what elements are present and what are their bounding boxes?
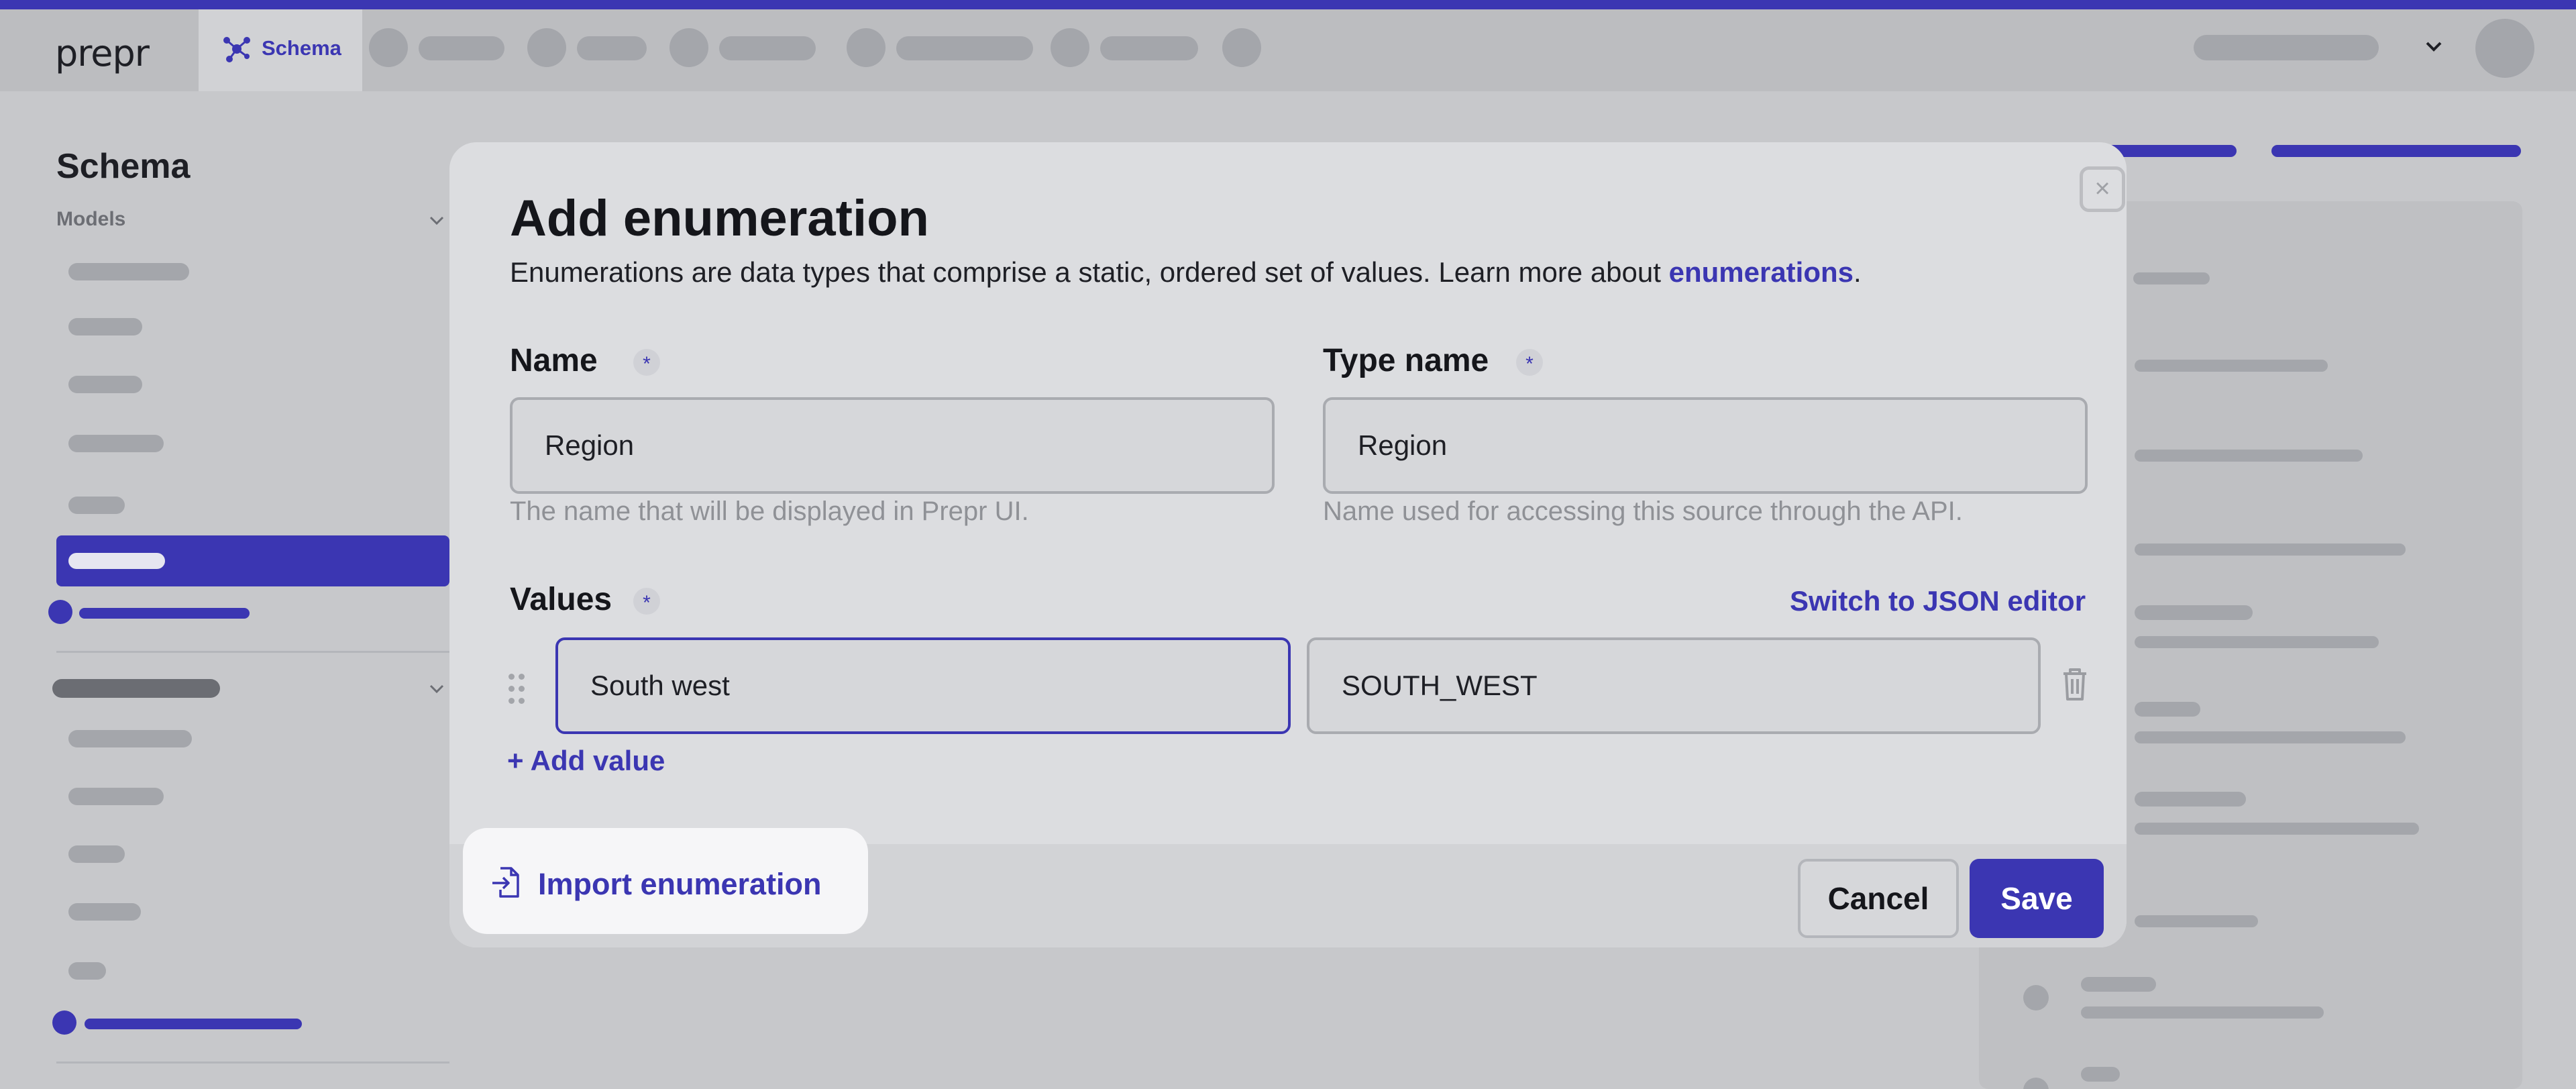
nav-placeholder-icon bbox=[1222, 28, 1261, 67]
name-label: Name bbox=[510, 343, 598, 378]
nav-placeholder-label bbox=[896, 36, 1033, 60]
sidebar-status-dot bbox=[48, 600, 72, 624]
sidebar-section-models[interactable]: Models bbox=[56, 208, 125, 231]
avatar[interactable] bbox=[2475, 19, 2534, 78]
trash-icon[interactable] bbox=[2059, 666, 2090, 703]
schema-icon bbox=[223, 37, 250, 62]
header-action-placeholder[interactable] bbox=[2271, 145, 2521, 157]
panel-placeholder bbox=[2081, 1006, 2324, 1019]
sidebar-item-placeholder[interactable] bbox=[68, 435, 164, 452]
chevron-down-icon[interactable] bbox=[427, 211, 447, 231]
sidebar-divider bbox=[56, 1061, 449, 1064]
panel-placeholder bbox=[2135, 360, 2328, 372]
required-indicator: * bbox=[633, 349, 660, 376]
panel-placeholder bbox=[2081, 1067, 2120, 1082]
panel-placeholder bbox=[2135, 731, 2406, 743]
sidebar: Schema Models bbox=[0, 91, 449, 1089]
drag-handle-icon[interactable] bbox=[507, 672, 527, 706]
dialog-description-end: . bbox=[1854, 256, 1862, 288]
nav-placeholder-icon bbox=[527, 28, 566, 67]
chevron-down-icon[interactable] bbox=[2422, 35, 2446, 59]
sidebar-item-placeholder[interactable] bbox=[68, 788, 164, 805]
panel-placeholder bbox=[2135, 636, 2379, 648]
type-name-label: Type name bbox=[1323, 343, 1489, 378]
sidebar-item-placeholder[interactable] bbox=[68, 318, 142, 335]
nav-placeholder-label bbox=[719, 36, 816, 60]
import-enumeration-button[interactable]: Import enumeration bbox=[463, 828, 868, 934]
switch-to-json-editor-link[interactable]: Switch to JSON editor bbox=[1790, 585, 2086, 617]
sidebar-item-placeholder[interactable] bbox=[79, 608, 250, 619]
dialog-description: Enumerations are data types that compris… bbox=[510, 256, 1862, 289]
nav-placeholder-label bbox=[419, 36, 504, 60]
panel-placeholder bbox=[2133, 272, 2210, 284]
sidebar-item-placeholder[interactable] bbox=[68, 730, 192, 747]
top-navigation-bar: prepr Schema bbox=[0, 9, 2576, 91]
panel-placeholder bbox=[2135, 450, 2363, 462]
sidebar-section-placeholder[interactable] bbox=[52, 679, 220, 698]
panel-placeholder bbox=[2135, 543, 2406, 556]
nav-placeholder-icon bbox=[669, 28, 708, 67]
required-indicator: * bbox=[633, 588, 660, 615]
dialog-description-text: Enumerations are data types that compris… bbox=[510, 256, 1669, 288]
type-name-input[interactable]: Region bbox=[1323, 397, 2088, 494]
account-placeholder bbox=[2194, 35, 2379, 60]
nav-placeholder-icon bbox=[847, 28, 885, 67]
panel-placeholder bbox=[2135, 792, 2246, 807]
panel-placeholder bbox=[2081, 977, 2156, 992]
cancel-button[interactable]: Cancel bbox=[1798, 859, 1959, 938]
chevron-down-icon[interactable] bbox=[427, 679, 447, 699]
values-label: Values bbox=[510, 582, 612, 617]
nav-placeholder-icon bbox=[1051, 28, 1089, 67]
file-import-icon bbox=[492, 867, 519, 898]
nav-placeholder-label bbox=[577, 36, 647, 60]
import-enumeration-label: Import enumeration bbox=[538, 867, 822, 901]
sidebar-item-active-label bbox=[68, 553, 165, 569]
dialog-title: Add enumeration bbox=[510, 190, 929, 247]
required-indicator: * bbox=[1516, 349, 1543, 376]
sidebar-status-dot bbox=[52, 1010, 76, 1035]
enumerations-link[interactable]: enumerations bbox=[1669, 256, 1854, 288]
add-enumeration-dialog: × Add enumeration Enumerations are data … bbox=[449, 142, 2127, 947]
header-action-placeholder[interactable] bbox=[2106, 145, 2237, 157]
panel-placeholder bbox=[2135, 823, 2419, 835]
panel-placeholder-icon bbox=[2023, 985, 2049, 1010]
name-hint: The name that will be displayed in Prepr… bbox=[510, 497, 1029, 526]
name-input[interactable]: Region bbox=[510, 397, 1275, 494]
panel-placeholder-icon bbox=[2023, 1078, 2049, 1089]
tab-schema-label: Schema bbox=[262, 36, 341, 60]
value-key-input[interactable]: SOUTH_WEST bbox=[1307, 637, 2041, 734]
sidebar-item-placeholder[interactable] bbox=[85, 1019, 302, 1029]
panel-placeholder bbox=[2135, 605, 2253, 620]
sidebar-item-active[interactable] bbox=[56, 535, 449, 586]
panel-placeholder bbox=[2135, 702, 2200, 717]
sidebar-item-placeholder[interactable] bbox=[68, 497, 125, 514]
sidebar-item-placeholder[interactable] bbox=[68, 263, 189, 280]
nav-placeholder-icon bbox=[369, 28, 408, 67]
add-value-button[interactable]: + Add value bbox=[507, 745, 665, 777]
tab-schema[interactable]: Schema bbox=[199, 9, 362, 91]
prepr-logo[interactable]: prepr bbox=[55, 32, 150, 74]
sidebar-divider bbox=[56, 651, 449, 653]
sidebar-item-placeholder[interactable] bbox=[68, 376, 142, 393]
sidebar-item-placeholder[interactable] bbox=[68, 845, 125, 863]
close-icon[interactable]: × bbox=[2080, 166, 2125, 212]
sidebar-item-placeholder[interactable] bbox=[68, 903, 141, 921]
top-accent-stripe bbox=[0, 0, 2576, 9]
type-name-hint: Name used for accessing this source thro… bbox=[1323, 497, 1963, 526]
value-label-input[interactable]: South west bbox=[555, 637, 1291, 734]
save-button[interactable]: Save bbox=[1970, 859, 2104, 938]
sidebar-item-placeholder[interactable] bbox=[68, 962, 106, 980]
nav-placeholder-label bbox=[1100, 36, 1198, 60]
sidebar-title: Schema bbox=[56, 147, 191, 186]
panel-placeholder bbox=[2135, 915, 2258, 927]
